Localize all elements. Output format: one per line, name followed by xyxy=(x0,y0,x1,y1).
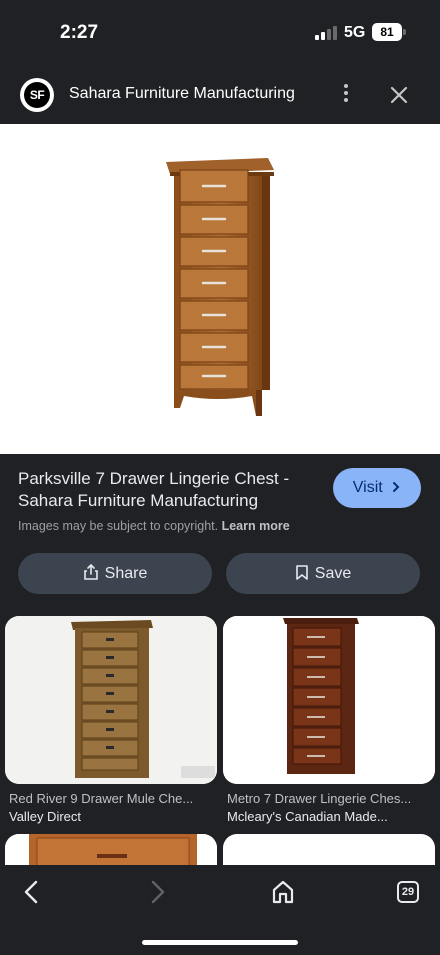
tabs-icon[interactable]: 29 xyxy=(397,881,419,903)
chevron-right-icon xyxy=(393,482,400,492)
bookmark-icon xyxy=(295,565,308,580)
product-image[interactable] xyxy=(0,124,440,454)
share-icon xyxy=(83,563,98,580)
site-name[interactable]: Sahara Furniture Manufacturing xyxy=(69,85,295,103)
copyright-notice: Images may be subject to copyright. Lear… xyxy=(18,519,290,533)
status-time: 2:27 xyxy=(60,22,99,43)
related-image-metro xyxy=(223,616,435,784)
related-card[interactable] xyxy=(5,616,217,784)
related-title[interactable]: Red River 9 Drawer Mule Che... xyxy=(9,791,221,806)
lingerie-chest-image xyxy=(166,158,274,416)
copyright-text: Images may be subject to copyright. xyxy=(18,519,219,533)
related-title[interactable]: Metro 7 Drawer Lingerie Ches... xyxy=(227,791,439,806)
site-logo[interactable]: SF xyxy=(20,78,54,112)
related-card[interactable] xyxy=(223,616,435,784)
related-source: Valley Direct xyxy=(9,809,82,824)
forward-icon[interactable] xyxy=(145,879,169,905)
more-options-icon[interactable] xyxy=(340,84,352,106)
save-button[interactable]: Save xyxy=(226,553,420,594)
status-bar: 2:27 5G 81 xyxy=(0,0,440,64)
site-logo-text: SF xyxy=(24,82,50,108)
save-label: Save xyxy=(314,565,352,582)
visit-label: Visit xyxy=(352,479,383,496)
home-icon[interactable] xyxy=(270,879,296,905)
share-label: Share xyxy=(104,565,148,582)
related-source: Mcleary's Canadian Made... xyxy=(227,809,388,824)
back-icon[interactable] xyxy=(20,879,44,905)
network-label: 5G xyxy=(344,24,366,41)
share-button[interactable]: Share xyxy=(18,553,212,594)
signal-icon xyxy=(315,26,337,40)
close-icon[interactable] xyxy=(388,84,410,106)
home-indicator xyxy=(142,940,298,945)
product-title[interactable]: Parksville 7 Drawer Lingerie Chest - Sah… xyxy=(18,468,318,512)
viewer-header: SF Sahara Furniture Manufacturing xyxy=(0,64,440,124)
visit-button[interactable]: Visit xyxy=(333,468,421,508)
learn-more-link[interactable]: Learn more xyxy=(222,519,290,533)
related-image-red-river xyxy=(5,616,217,784)
battery-icon: 81 xyxy=(372,23,406,41)
